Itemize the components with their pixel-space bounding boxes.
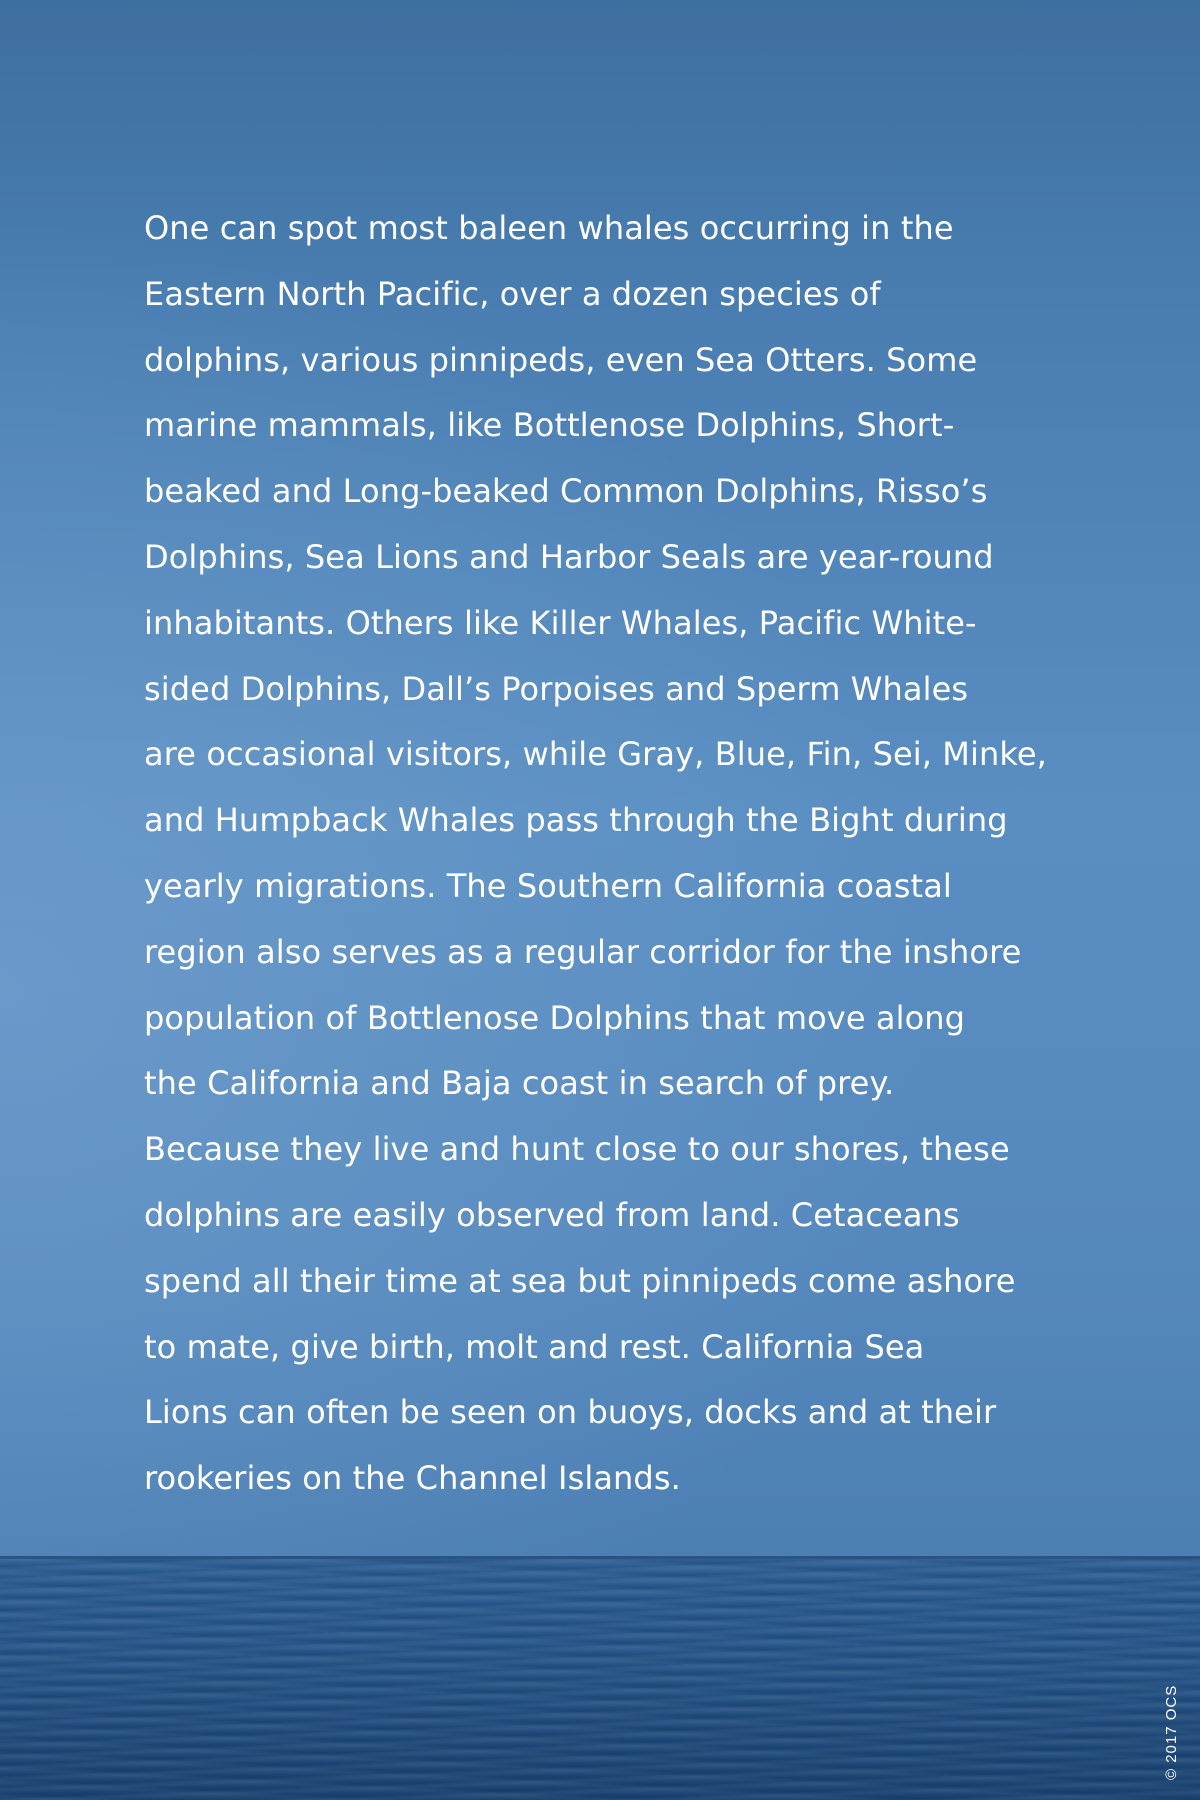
paragraph-line: Because they live and hunt close to our … [144,1130,1010,1169]
paragraph-line: are occasional visitors, while Gray, Blu… [144,735,1047,774]
paragraph-line: and Humpback Whales pass through the Big… [144,801,1008,840]
paragraph-line: region also serves as a regular corridor… [144,932,1022,971]
paragraph-line: Lions can often be seen on buoys, docks … [144,1393,997,1432]
body-paragraph: One can spot most baleen whales occurrin… [144,196,1084,1512]
paragraph-line: dolphins, various pinnipeds, even Sea Ot… [144,340,978,379]
ocean-photo [0,1556,1200,1800]
paragraph-line: the California and Baja coast in search … [144,1064,895,1103]
paragraph-line: to mate, give birth, molt and rest. Cali… [144,1327,925,1366]
paragraph-line: inhabitants. Others like Killer Whales, … [144,603,977,642]
page-background: One can spot most baleen whales occurrin… [0,0,1200,1800]
copyright-notice: © 2017 OCS [1163,1684,1180,1780]
paragraph-line: dolphins are easily observed from land. … [144,1195,960,1234]
paragraph-line: Dolphins, Sea Lions and Harbor Seals are… [144,537,994,576]
paragraph-line: One can spot most baleen whales occurrin… [144,209,954,247]
paragraph-line: sided Dolphins, Dall’s Porpoises and Spe… [144,669,969,708]
paragraph-line: yearly migrations. The Southern Californ… [144,866,952,905]
paragraph-line: rookeries on the Channel Islands. [144,1459,681,1498]
paragraph-line: population of Bottlenose Dolphins that m… [144,998,966,1037]
paragraph-line: beaked and Long-beaked Common Dolphins, … [144,472,988,511]
paragraph-line: spend all their time at sea but pinniped… [144,1261,1016,1300]
paragraph-line: marine mammals, like Bottlenose Dolphins… [144,406,955,445]
paragraph-line: Eastern North Pacific, over a dozen spec… [144,274,881,313]
